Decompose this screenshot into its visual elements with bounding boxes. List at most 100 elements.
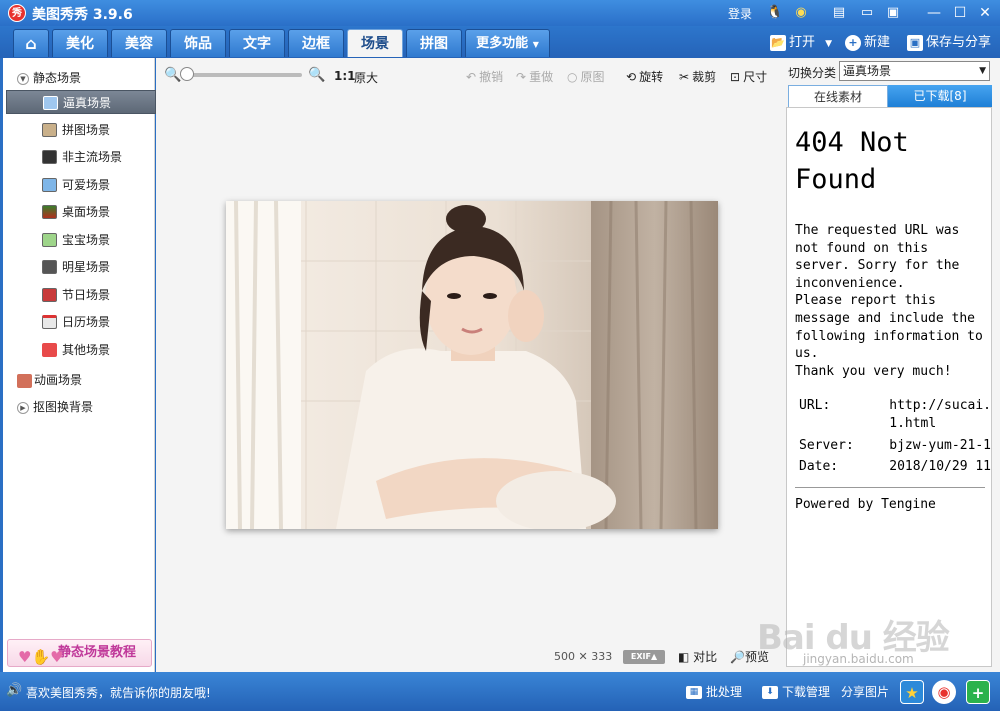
status-bar: 🔊 喜欢美图秀秀，就告诉你的朋友哦! ▦ 批处理 ⬇ 下载管理 分享图片 ★ ◉ + bbox=[0, 672, 1000, 711]
qq-icon[interactable]: 🐧 bbox=[766, 4, 784, 22]
size-button[interactable]: ⊡ 尺寸 bbox=[730, 68, 767, 85]
image-width: 500 bbox=[554, 650, 575, 663]
download-icon: ⬇ bbox=[762, 686, 778, 699]
app-title: 美图秀秀 3.9.6 bbox=[32, 7, 133, 23]
error-info-table: URL: http://sucai.meit1.html Server: bjzw-… bbox=[795, 394, 991, 478]
undo-button[interactable]: ↶ 撤销 bbox=[466, 68, 503, 85]
sidebar-item-label: 逼真场景 bbox=[63, 96, 112, 110]
tab-home[interactable]: ⌂ bbox=[13, 29, 49, 57]
sidebar-item-label: 拼图场景 bbox=[62, 123, 111, 137]
tab-online-material[interactable]: 在线素材 bbox=[788, 85, 888, 107]
menu-icon[interactable]: ▣ bbox=[884, 4, 902, 22]
skin-icon[interactable]: ▤ bbox=[830, 4, 848, 22]
error-line: Thank you very much! bbox=[795, 363, 952, 379]
zoom-out-icon[interactable]: 🔍 bbox=[164, 67, 181, 83]
add-icon[interactable]: + bbox=[966, 680, 990, 704]
date-label: Date: bbox=[799, 459, 839, 475]
error-line: inconvenience. bbox=[795, 275, 905, 291]
animated-scene-group[interactable]: 动画场景 bbox=[17, 371, 82, 388]
original-size-button[interactable]: 原大 bbox=[354, 69, 378, 86]
original-image-label: 原图 bbox=[580, 70, 605, 84]
sidebar-item-star[interactable]: 明星场景 bbox=[6, 255, 156, 279]
scene-category-sidebar: ▼ 静态场景 逼真场景 拼图场景 非主流场景 可爱场景 桌面场景 宝宝场景 明星场… bbox=[3, 58, 156, 672]
zoom-slider[interactable] bbox=[184, 73, 302, 77]
minimize-icon[interactable]: — bbox=[924, 3, 944, 23]
open-label: 打开 bbox=[789, 35, 816, 50]
sidebar-item-calendar[interactable]: 日历场景 bbox=[6, 310, 156, 334]
sidebar-item-other[interactable]: 其他场景 bbox=[6, 338, 156, 362]
batch-process-button[interactable]: ▦ 批处理 bbox=[686, 683, 742, 700]
zoom-slider-handle[interactable] bbox=[180, 67, 194, 81]
tab-beautify[interactable]: 美化 bbox=[52, 29, 108, 57]
tab-scene[interactable]: 场景 bbox=[347, 29, 403, 57]
preview-icon: 🔎 bbox=[730, 650, 745, 664]
original-image-button[interactable]: ○ 原图 bbox=[567, 68, 605, 85]
share-picture-button[interactable]: 分享图片 bbox=[841, 683, 889, 700]
tab-accessories[interactable]: 饰品 bbox=[170, 29, 226, 57]
tab-more-functions[interactable]: 更多功能 ▼ bbox=[465, 29, 550, 57]
zoom-in-icon[interactable]: 🔍 bbox=[308, 67, 325, 83]
open-button[interactable]: 📂 打开 ▼ bbox=[770, 32, 832, 54]
close-icon[interactable]: ✕ bbox=[975, 3, 995, 23]
star-icon[interactable]: ★ bbox=[900, 680, 924, 704]
compare-button[interactable]: ◧ 对比 bbox=[678, 648, 717, 665]
url-label: URL: bbox=[799, 398, 831, 414]
share-message-link[interactable]: 喜欢美图秀秀，就告诉你的朋友哦! bbox=[26, 684, 211, 701]
open-dropdown-icon[interactable]: ▼ bbox=[825, 39, 832, 49]
login-link[interactable]: 登录 bbox=[728, 5, 752, 22]
compare-icon: ◧ bbox=[678, 650, 690, 664]
new-button[interactable]: + 新建 bbox=[845, 32, 890, 54]
category-select[interactable]: 逼真场景 ▼ bbox=[839, 61, 990, 81]
weibo-share-icon[interactable]: ◉ bbox=[932, 680, 956, 704]
download-manager-button[interactable]: ⬇ 下载管理 bbox=[762, 683, 830, 700]
weibo-icon[interactable]: ◉ bbox=[792, 4, 810, 22]
maximize-icon[interactable]: ☐ bbox=[950, 3, 970, 23]
tab-collage[interactable]: 拼图 bbox=[406, 29, 462, 57]
canvas-area: 🔍 🔍 1:1 原大 ↶撤销 ↷重做 ○原图 ⟲旋转 ✂裁剪 ⊡尺寸 bbox=[156, 58, 782, 672]
new-label: 新建 bbox=[864, 35, 891, 50]
cutout-background-group[interactable]: ▶ 抠图换背景 bbox=[17, 398, 93, 415]
sidebar-item-desktop[interactable]: 桌面场景 bbox=[6, 200, 156, 224]
url-value-line: http://sucai.meit bbox=[889, 398, 991, 414]
star-scene-icon bbox=[42, 260, 57, 274]
sidebar-item-cute[interactable]: 可爱场景 bbox=[6, 173, 156, 197]
chevron-down-icon: ▼ bbox=[979, 66, 986, 76]
tab-downloaded[interactable]: 已下载[8] bbox=[888, 85, 992, 107]
tab-makeup[interactable]: 美容 bbox=[111, 29, 167, 57]
realistic-scene-icon bbox=[43, 96, 58, 110]
tab-frame[interactable]: 边框 bbox=[288, 29, 344, 57]
times-icon: ✕ bbox=[578, 650, 588, 663]
date-value: 2018/10/29 11:03: bbox=[889, 459, 991, 475]
nonmainstream-scene-icon bbox=[42, 150, 57, 164]
tab-text[interactable]: 文字 bbox=[229, 29, 285, 57]
sidebar-item-label: 可爱场景 bbox=[62, 178, 111, 192]
title-bar: 秀 美图秀秀 3.9.6 登录 🐧 ◉ ▤ ▭ ▣ — ☐ ✕ bbox=[0, 0, 1000, 26]
feedback-icon[interactable]: ▭ bbox=[858, 4, 876, 22]
baby-scene-icon bbox=[42, 233, 57, 247]
download-label: 下载管理 bbox=[782, 685, 831, 699]
redo-button[interactable]: ↷ 重做 bbox=[516, 68, 553, 85]
sidebar-item-collage[interactable]: 拼图场景 bbox=[6, 118, 156, 142]
sidebar-item-baby[interactable]: 宝宝场景 bbox=[6, 228, 156, 252]
table-row: Date: 2018/10/29 11:03: bbox=[797, 457, 991, 477]
switch-category-label: 切换分类 bbox=[788, 66, 837, 80]
speaker-icon: 🔊 bbox=[6, 683, 23, 698]
animated-scene-icon bbox=[17, 373, 32, 388]
sidebar-item-holiday[interactable]: 节日场景 bbox=[6, 283, 156, 307]
sidebar-item-realistic[interactable]: 逼真场景 bbox=[6, 90, 156, 114]
batch-label: 批处理 bbox=[706, 685, 743, 699]
sidebar-item-nonmainstream[interactable]: 非主流场景 bbox=[6, 145, 156, 169]
crop-button[interactable]: ✂ 裁剪 bbox=[679, 68, 716, 85]
actual-size-button[interactable]: 1:1 bbox=[334, 69, 356, 83]
undo-label: 撤销 bbox=[479, 70, 504, 84]
cute-scene-icon bbox=[42, 178, 57, 192]
exif-button[interactable]: EXIF▲ bbox=[623, 650, 665, 664]
rotate-button[interactable]: ⟲ 旋转 bbox=[626, 68, 663, 85]
save-share-button[interactable]: ▣ 保存与分享 bbox=[907, 32, 991, 54]
static-scene-group[interactable]: ▼ 静态场景 bbox=[17, 69, 81, 86]
circle-icon: ○ bbox=[567, 70, 578, 84]
sidebar-item-label: 日历场景 bbox=[62, 315, 111, 329]
scene-tutorial-button[interactable]: ♥✋♥ 静态场景教程 bbox=[7, 639, 152, 667]
error-description: The requested URL was not found on this … bbox=[795, 222, 983, 380]
redo-icon: ↷ bbox=[516, 70, 527, 84]
